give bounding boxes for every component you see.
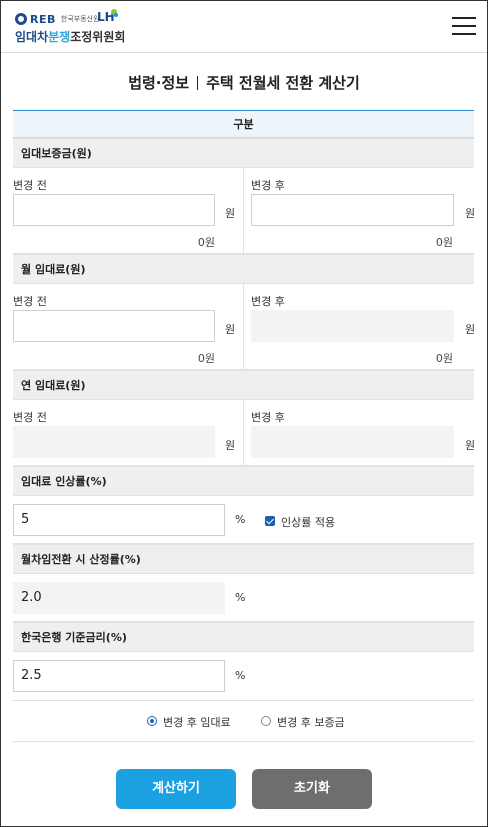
monthly-rent-section-label: 월 임대료(원) bbox=[13, 254, 474, 284]
table-header: 구분 bbox=[13, 110, 474, 138]
deposit-row: 변경 전 원 0원 변경 후 원 0원 bbox=[13, 168, 476, 254]
committee-name-part2: 분쟁 bbox=[48, 30, 71, 44]
base-rate-section-label: 한국은행 기준금리(%) bbox=[13, 622, 474, 652]
deposit-before-input[interactable] bbox=[13, 194, 215, 226]
increase-rate-row: 5 % 인상률 적용 bbox=[13, 496, 474, 544]
annual-rent-section-label: 연 임대료(원) bbox=[13, 370, 474, 400]
page-title: 법령·정보 주택 전월세 전환 계산기 bbox=[0, 72, 488, 93]
annual-rent-before-output bbox=[13, 426, 215, 458]
annual-rent-row: 변경 전 원 변경 후 원 bbox=[13, 400, 476, 466]
increase-rate-section-label: 임대료 인상률(%) bbox=[13, 466, 474, 496]
monthly-rent-after-label: 변경 후 bbox=[251, 295, 285, 308]
annual-rent-before-label: 변경 전 bbox=[13, 411, 47, 424]
base-rate-row: 2.5 % bbox=[13, 652, 474, 700]
mode-rent-radio[interactable] bbox=[147, 716, 157, 726]
deposit-before-unit: 원 bbox=[225, 207, 236, 220]
committee-name-part3: 조정위원회 bbox=[70, 30, 126, 44]
calculator-title: 주택 전월세 전환 계산기 bbox=[206, 74, 360, 92]
base-rate-unit: % bbox=[235, 669, 246, 682]
conversion-rate-output bbox=[13, 582, 225, 614]
base-rate-input[interactable] bbox=[13, 660, 225, 692]
deposit-section-label: 임대보증금(원) bbox=[13, 138, 474, 168]
deposit-after-input[interactable] bbox=[251, 194, 454, 226]
monthly-rent-before-hint: 0원 bbox=[197, 352, 215, 365]
calculate-button[interactable]: 계산하기 bbox=[116, 769, 236, 809]
apply-increase-rate-label[interactable]: 인상률 적용 bbox=[281, 514, 335, 530]
reb-logo-subtext: 한국부동산원 bbox=[60, 15, 100, 23]
calculator-table: 구분 임대보증금(원) 변경 전 원 0원 변경 후 원 0원 월 임대료(원)… bbox=[13, 110, 476, 742]
reb-logo[interactable]: REB 한국부동산원 bbox=[15, 12, 100, 26]
title-separator bbox=[197, 76, 199, 90]
reset-button[interactable]: 초기화 bbox=[252, 769, 372, 809]
apply-increase-rate-checkbox[interactable] bbox=[265, 516, 275, 526]
mode-deposit-radio[interactable] bbox=[261, 716, 271, 726]
site-header: REB 한국부동산원 LH 임대차분쟁조정위원회 bbox=[1, 1, 487, 53]
lh-logo-dot-icon bbox=[114, 13, 118, 17]
increase-rate-value: 5 bbox=[21, 512, 30, 527]
monthly-rent-after-hint: 0원 bbox=[435, 352, 453, 365]
increase-rate-unit: % bbox=[235, 513, 246, 526]
deposit-before-hint: 0원 bbox=[197, 236, 215, 249]
annual-rent-after-label: 변경 후 bbox=[251, 411, 285, 424]
column-divider bbox=[243, 284, 244, 369]
column-divider bbox=[243, 168, 244, 253]
reb-logo-text: REB bbox=[30, 12, 56, 26]
conversion-rate-row: 2.0 % bbox=[13, 574, 474, 622]
committee-name[interactable]: 임대차분쟁조정위원회 bbox=[15, 28, 125, 45]
annual-rent-after-output bbox=[251, 426, 454, 458]
increase-rate-input[interactable] bbox=[13, 504, 225, 536]
deposit-before-label: 변경 전 bbox=[13, 179, 47, 192]
monthly-rent-after-unit: 원 bbox=[465, 323, 476, 336]
committee-name-part1: 임대차 bbox=[15, 30, 49, 44]
deposit-after-unit: 원 bbox=[465, 207, 476, 220]
deposit-after-label: 변경 후 bbox=[251, 179, 285, 192]
hamburger-menu-icon[interactable] bbox=[452, 17, 476, 37]
annual-rent-before-unit: 원 bbox=[225, 439, 236, 452]
deposit-after-hint: 0원 bbox=[435, 236, 453, 249]
base-rate-value: 2.5 bbox=[21, 668, 42, 683]
reb-logo-mark-icon bbox=[15, 13, 27, 25]
monthly-rent-before-input[interactable] bbox=[13, 310, 215, 342]
mode-rent-label[interactable]: 변경 후 임대료 bbox=[163, 714, 231, 730]
annual-rent-after-unit: 원 bbox=[465, 439, 476, 452]
mode-deposit-label[interactable]: 변경 후 보증금 bbox=[277, 714, 345, 730]
breadcrumb: 법령·정보 bbox=[128, 74, 190, 92]
conversion-rate-section-label: 월차임전환 시 산정률(%) bbox=[13, 544, 474, 574]
monthly-rent-row: 변경 전 원 0원 변경 후 원 0원 bbox=[13, 284, 476, 370]
conversion-rate-unit: % bbox=[235, 591, 246, 604]
monthly-rent-before-label: 변경 전 bbox=[13, 295, 47, 308]
monthly-rent-before-unit: 원 bbox=[225, 323, 236, 336]
conversion-rate-value: 2.0 bbox=[21, 590, 42, 605]
column-divider bbox=[243, 400, 244, 465]
monthly-rent-after-output bbox=[251, 310, 454, 342]
calculation-mode-row: 변경 후 임대료 변경 후 보증금 bbox=[13, 700, 474, 742]
